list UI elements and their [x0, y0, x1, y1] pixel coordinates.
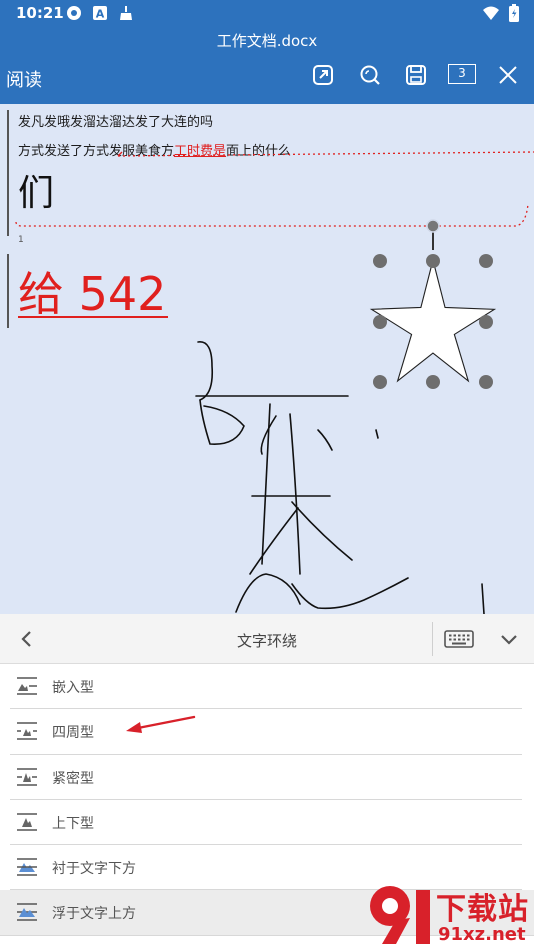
search-button[interactable] [357, 62, 383, 88]
keyboard-icon[interactable] [444, 629, 474, 649]
option-label: 嵌入型 [52, 680, 94, 696]
battery-icon [509, 4, 519, 22]
sync-icon [67, 6, 81, 20]
option-square[interactable]: 四周型 [10, 709, 522, 755]
wrap-top-bottom-icon [17, 813, 37, 831]
search-icon [360, 65, 380, 85]
share-button[interactable] [310, 62, 336, 88]
wrap-panel-header: 文字环绕 [0, 614, 534, 664]
panel-divider [432, 622, 433, 656]
reading-mode-label[interactable]: 阅读 [6, 66, 42, 92]
wrap-square-icon [17, 722, 37, 741]
wifi-icon [483, 6, 499, 20]
handwriting-ink[interactable] [0, 104, 534, 614]
page-count-button[interactable]: 3 [448, 64, 476, 84]
option-label: 四周型 [52, 725, 94, 742]
document-title: 工作文档.docx [216, 32, 318, 50]
option-label: 衬于文字下方 [52, 861, 136, 878]
annotation-arrow-icon [126, 715, 196, 733]
option-inline[interactable]: 嵌入型 [10, 664, 522, 710]
collapse-chevron-icon[interactable] [498, 628, 520, 650]
watermark-brand: 下载站 [436, 892, 529, 927]
cleaner-icon [120, 6, 132, 20]
wrap-in-front-icon [17, 903, 37, 922]
save-button[interactable] [403, 62, 429, 88]
status-bar: 10:21 A [0, 0, 534, 26]
app-a-icon: A [93, 6, 107, 21]
save-icon [406, 65, 426, 85]
option-tight[interactable]: 紧密型 [10, 755, 522, 800]
option-top-bottom[interactable]: 上下型 [10, 800, 522, 846]
option-label: 上下型 [52, 815, 94, 832]
watermark-logo-icon [370, 886, 430, 944]
close-button[interactable] [495, 62, 521, 88]
wrap-inline-icon [17, 677, 37, 695]
title-bar: 工作文档.docx 阅读 3 [0, 26, 534, 104]
site-watermark: 下载站 91xz.net [360, 880, 534, 950]
wrap-behind-text-icon [17, 858, 37, 876]
watermark-url: 91xz.net [438, 924, 526, 945]
share-icon [313, 65, 333, 85]
option-label: 紧密型 [52, 770, 94, 787]
wrap-tight-icon [17, 767, 37, 786]
svg-text:A: A [96, 8, 105, 21]
option-label: 浮于文字上方 [52, 906, 136, 923]
close-icon [499, 66, 517, 84]
document-canvas[interactable]: 发凡发哦发溜达溜达发了大连的吗 方式发送了方式发服美食方工时费是面上的什么 们 … [0, 104, 534, 614]
status-time: 10:21 [16, 4, 64, 22]
